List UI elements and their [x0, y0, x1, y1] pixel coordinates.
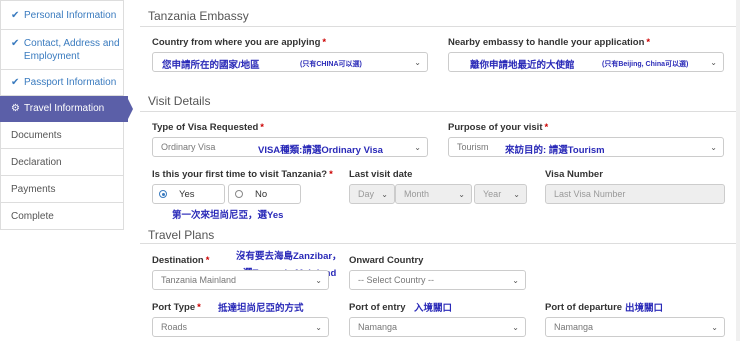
caret-down-icon: ⌄ — [512, 276, 519, 285]
nearby-annotation-note: (只有Beijing, China可以選) — [602, 61, 689, 68]
last-visit-month-select[interactable]: Month ⌄ — [395, 184, 472, 204]
last-visit-day-select[interactable]: Day ⌄ — [349, 184, 395, 204]
caret-down-icon: ⌄ — [512, 323, 519, 332]
caret-down-icon: ⌄ — [315, 276, 322, 285]
caret-down-icon: ⌄ — [710, 58, 717, 67]
visa-number-input[interactable]: Last Visa Number — [545, 184, 725, 204]
caret-down-icon: ⌄ — [458, 190, 465, 199]
sidebar-item-passport-information[interactable]: ✔ Passport Information — [0, 70, 124, 96]
radio-no[interactable] — [235, 190, 243, 198]
port-type-select[interactable]: Roads ⌄ — [152, 317, 329, 337]
port-type-label: Port Type * — [152, 302, 201, 313]
sidebar-item-label: Documents — [11, 129, 62, 141]
destination-select[interactable]: Tanzania Mainland ⌄ — [152, 270, 329, 290]
check-icon: ✔ — [11, 77, 20, 88]
first-visit-label: Is this your first time to visit Tanzani… — [152, 169, 333, 180]
caret-down-icon: ⌄ — [315, 323, 322, 332]
sidebar-item-personal-information[interactable]: ✔ Personal Information — [0, 0, 124, 30]
spinner-icon: ⚙ — [11, 103, 20, 114]
port-type-annotation: 抵達坦尚尼亞的方式 — [218, 303, 304, 314]
section-title-embassy: Tanzania Embassy — [148, 9, 249, 23]
sidebar-item-label: Complete — [11, 210, 54, 222]
divider — [140, 243, 740, 244]
port-of-departure-label: Port of departure — [545, 302, 623, 313]
visa-type-annotation: VISA種類:請選Ordinary Visa — [258, 145, 383, 156]
last-visit-label: Last visit date — [349, 169, 413, 180]
sidebar-item-label: Passport Information — [24, 77, 117, 88]
section-title-travel-plans: Travel Plans — [148, 228, 215, 242]
purpose-annotation: 來訪目的: 請選Tourism — [505, 145, 605, 156]
port-of-entry-label: Port of entry — [349, 302, 406, 313]
port-of-departure-annotation: 出境關口 — [625, 303, 664, 314]
sidebar-item-complete[interactable]: Complete — [0, 203, 124, 230]
active-arrow — [127, 96, 133, 121]
check-icon: ✔ — [11, 9, 20, 21]
purpose-label: Purpose of your visit * — [448, 122, 549, 133]
divider — [140, 111, 740, 112]
radio-yes[interactable] — [159, 190, 167, 198]
caret-down-icon: ⌄ — [711, 323, 718, 332]
onward-country-label: Onward Country — [349, 255, 424, 266]
sidebar-item-declaration[interactable]: Declaration — [0, 149, 124, 176]
check-icon: ✔ — [11, 38, 20, 49]
last-visit-year-select[interactable]: Year ⌄ — [474, 184, 527, 204]
caret-down-icon: ⌄ — [513, 190, 520, 199]
first-visit-annotation: 第一次來坦尚尼亞，選Yes — [172, 210, 284, 221]
sidebar-item-label: Declaration — [11, 156, 62, 168]
first-visit-yes-option[interactable]: Yes — [152, 184, 225, 204]
caret-down-icon: ⌄ — [710, 143, 717, 152]
nearby-annotation: 離你申請地最近的大使館 — [470, 60, 575, 71]
sidebar-item-contact-address-employment[interactable]: ✔ Contact, Address and Employment — [0, 30, 124, 70]
country-annotation: 您申請所在的國家/地區 — [162, 60, 260, 71]
travel-information-form: Tanzania Embassy Country from where you … — [140, 0, 740, 341]
port-of-departure-select[interactable]: Namanga ⌄ — [545, 317, 725, 337]
port-of-entry-select[interactable]: Namanga ⌄ — [349, 317, 526, 337]
caret-down-icon: ⌄ — [381, 190, 388, 199]
sidebar-item-label: Payments — [11, 183, 56, 195]
section-title-visit-details: Visit Details — [148, 94, 211, 108]
sidebar-item-label: Travel Information — [24, 103, 105, 114]
sidebar-item-documents[interactable]: Documents — [0, 122, 124, 149]
visa-number-label: Visa Number — [545, 169, 603, 180]
sidebar-item-label: Personal Information — [24, 9, 117, 21]
divider — [140, 26, 740, 27]
sidebar-nav: ✔ Personal Information ✔ Contact, Address … — [0, 0, 133, 341]
onward-country-select[interactable]: -- Select Country -- ⌄ — [349, 270, 526, 290]
destination-label: Destination * — [152, 255, 210, 266]
caret-down-icon: ⌄ — [414, 58, 421, 67]
first-visit-no-option[interactable]: No — [228, 184, 301, 204]
caret-down-icon: ⌄ — [414, 143, 421, 152]
visa-type-label: Type of Visa Requested * — [152, 122, 264, 133]
nearby-embassy-label: Nearby embassy to handle your applicatio… — [448, 37, 651, 48]
country-label: Country from where you are applying * — [152, 37, 327, 48]
country-annotation-note: (只有CHINA可以選) — [300, 61, 362, 68]
sidebar-item-payments[interactable]: Payments — [0, 176, 124, 203]
sidebar-item-label: Contact, Address and Employment — [23, 37, 120, 62]
port-of-entry-annotation: 入境關口 — [414, 303, 453, 314]
sidebar-item-travel-information[interactable]: ⚙ Travel Information — [0, 96, 133, 122]
page-scrollbar[interactable] — [736, 0, 740, 341]
destination-annotation-line1: 沒有要去海島Zanzibar， — [236, 251, 342, 262]
